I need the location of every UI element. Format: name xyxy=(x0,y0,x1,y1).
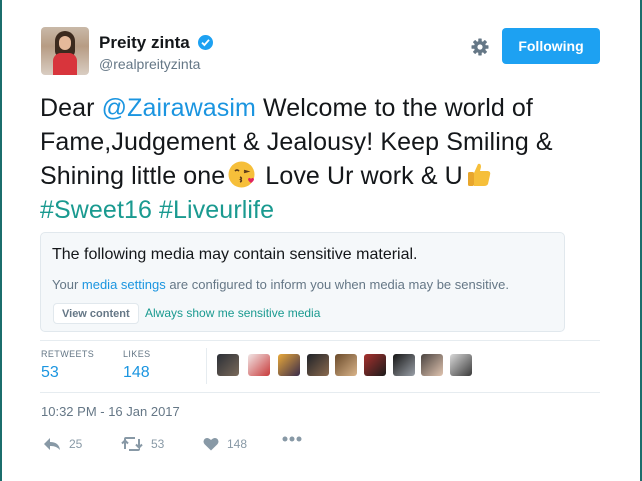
sensitive-title: The following media may contain sensitiv… xyxy=(52,246,418,263)
retweets-label: RETWEETS xyxy=(41,349,95,359)
always-show-sensitive-link[interactable]: Always show me sensitive media xyxy=(145,306,320,320)
more-options-icon[interactable] xyxy=(282,436,302,442)
verified-badge-icon xyxy=(198,35,213,50)
liker-avatar[interactable] xyxy=(248,354,270,376)
divider xyxy=(40,340,600,341)
tweet-timestamp[interactable]: 10:32 PM - 16 Jan 2017 xyxy=(41,404,180,419)
retweet-action[interactable]: 53 xyxy=(121,437,164,451)
sensitive-body: Your media settings are configured to in… xyxy=(52,277,509,292)
mention-link[interactable]: @Zairawasim xyxy=(102,94,256,122)
likes-label: LIKES xyxy=(123,349,151,359)
liker-avatar[interactable] xyxy=(307,354,329,376)
stats-separator xyxy=(206,348,207,384)
window-border-left xyxy=(0,0,2,481)
like-action[interactable]: 148 xyxy=(203,437,247,451)
sensitive-body-prefix: Your xyxy=(52,277,82,292)
likes-count[interactable]: 148 xyxy=(123,364,150,382)
profile-handle[interactable]: @realpreityzinta xyxy=(99,56,200,72)
avatar[interactable] xyxy=(41,27,89,75)
thumbs-up-emoji-icon xyxy=(465,160,494,189)
liker-avatar[interactable] xyxy=(335,354,357,376)
reply-action[interactable]: 25 xyxy=(43,437,82,451)
tweet-text-part: Love Ur work & U xyxy=(258,162,463,190)
retweet-count: 53 xyxy=(151,437,165,451)
hashtag-link[interactable]: #Sweet16 xyxy=(40,196,152,224)
divider xyxy=(40,392,600,393)
reply-count: 25 xyxy=(69,437,83,451)
liker-avatar[interactable] xyxy=(421,354,443,376)
hashtag-link[interactable]: #Liveurlife xyxy=(159,196,274,224)
following-button[interactable]: Following xyxy=(502,28,600,64)
media-settings-link[interactable]: media settings xyxy=(82,277,166,292)
liker-avatar[interactable] xyxy=(217,354,239,376)
liker-avatar[interactable] xyxy=(393,354,415,376)
gear-icon[interactable] xyxy=(470,37,490,57)
reply-icon xyxy=(43,437,61,451)
profile-name[interactable]: Preity zinta xyxy=(99,33,190,53)
retweet-icon xyxy=(121,437,143,451)
tweet-text: Dear @Zairawasim Welcome to the world of… xyxy=(40,91,600,227)
heart-icon xyxy=(203,437,219,451)
tweet-text-part: Dear xyxy=(40,94,102,122)
like-count: 148 xyxy=(227,437,248,451)
view-content-button[interactable]: View content xyxy=(53,303,139,324)
sensitive-body-suffix: are configured to inform you when media … xyxy=(165,277,509,292)
retweets-count[interactable]: 53 xyxy=(41,364,59,382)
liker-avatar[interactable] xyxy=(364,354,386,376)
face-throwing-kiss-emoji-icon xyxy=(227,160,256,189)
liker-avatar[interactable] xyxy=(278,354,300,376)
liker-avatar[interactable] xyxy=(450,354,472,376)
sensitive-media-notice: The following media may contain sensitiv… xyxy=(40,232,565,332)
